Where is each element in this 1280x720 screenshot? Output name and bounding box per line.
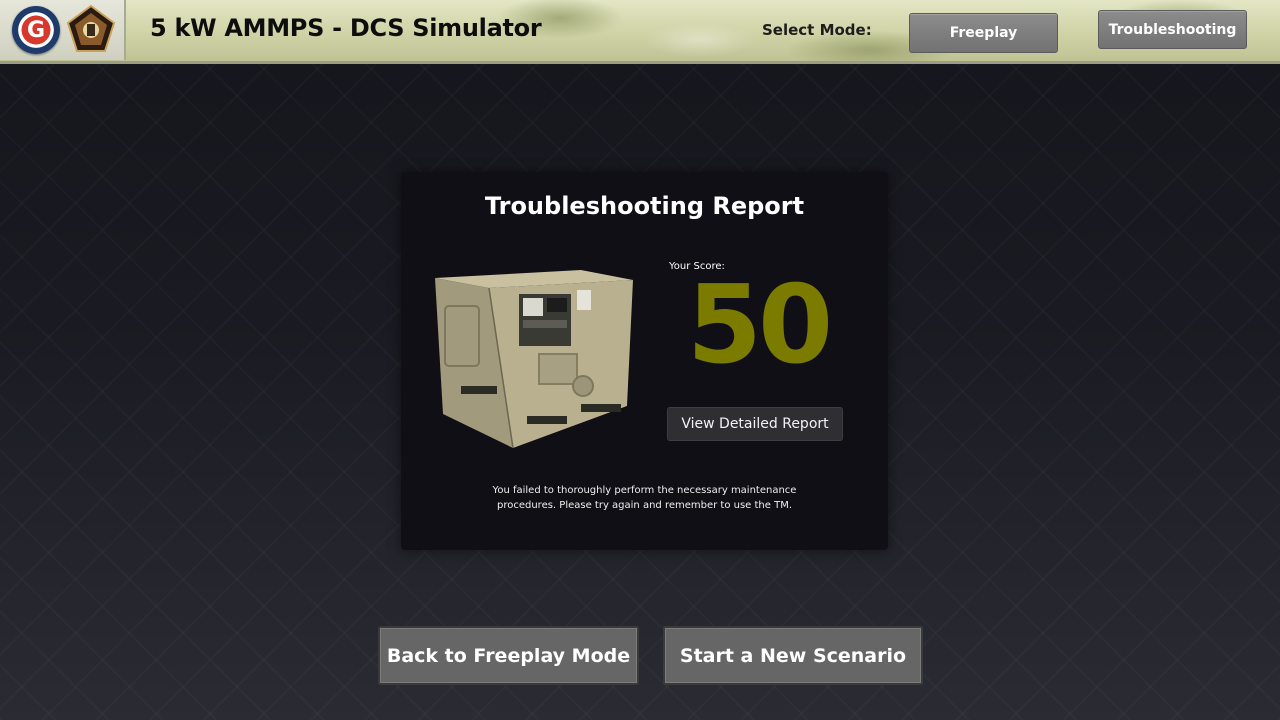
- report-panel: Troubleshooting Report Your Score: 50 Vi…: [401, 172, 888, 550]
- freeplay-mode-button[interactable]: Freeplay: [909, 13, 1058, 53]
- start-new-scenario-button[interactable]: Start a New Scenario: [663, 626, 923, 685]
- pentagon-crest-logo: [66, 4, 116, 52]
- header-bar: G 5 kW AMMPS - DCS Simulator Select Mode…: [0, 0, 1280, 64]
- score-value: 50: [686, 263, 833, 388]
- troubleshooting-mode-button[interactable]: Troubleshooting: [1098, 10, 1247, 49]
- app-title: 5 kW AMMPS - DCS Simulator: [150, 14, 542, 42]
- generator-image: [435, 270, 633, 449]
- report-title: Troubleshooting Report: [484, 192, 805, 220]
- view-detailed-report-button[interactable]: View Detailed Report: [667, 407, 843, 441]
- feedback-line: procedures. Please try again and remembe…: [496, 500, 793, 511]
- select-mode-label: Select Mode:: [762, 21, 872, 39]
- feedback-line: You failed to thoroughly perform the nec…: [492, 485, 797, 496]
- g-emblem-logo: G: [12, 6, 60, 54]
- feedback-message: You failed to thoroughly perform the nec…: [441, 483, 848, 513]
- logo-area: G: [0, 0, 126, 60]
- back-to-freeplay-button[interactable]: Back to Freeplay Mode: [378, 626, 639, 685]
